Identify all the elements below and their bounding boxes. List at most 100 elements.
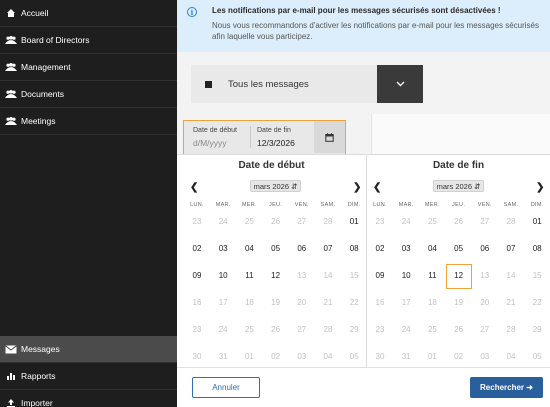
- end-date-input[interactable]: 12/3/2026: [257, 138, 295, 148]
- message-type-label: Tous les messages: [228, 78, 309, 90]
- sidebar-item-documents[interactable]: Documents: [0, 81, 177, 108]
- date-range-field[interactable]: Date de début d/M/yyyy Date de fin 12/3/…: [183, 120, 346, 155]
- calendar-day[interactable]: 08: [343, 243, 365, 255]
- calendar-day: 16: [375, 298, 385, 307]
- calendar-day: 01: [427, 352, 437, 361]
- calendar-day[interactable]: 03: [395, 243, 417, 255]
- calendar-day[interactable]: 01: [526, 216, 548, 228]
- sort-icon: ⇵: [474, 181, 481, 191]
- sidebar-item-board-of-directors[interactable]: Board of Directors: [0, 27, 177, 54]
- calendar-day[interactable]: 10: [212, 270, 234, 282]
- calendar-day: 23: [375, 217, 385, 226]
- message-type-select[interactable]: Tous les messages: [191, 65, 423, 103]
- info-icon: i: [187, 7, 197, 17]
- calendar-day: 20: [297, 298, 307, 307]
- sidebar-item-messages[interactable]: Messages: [0, 336, 177, 363]
- sidebar: Accueil Board of Directors Management Docum…: [0, 0, 177, 407]
- banner-text: Nous vous recommandons d'activer les not…: [212, 21, 540, 41]
- calendar-day: 25: [427, 217, 437, 226]
- calendar-day: 04: [323, 352, 333, 361]
- weekday-header: MER.: [241, 202, 257, 208]
- start-date-field[interactable]: Date de début d/M/yyyy: [193, 121, 251, 153]
- calendar-day[interactable]: 07: [500, 243, 522, 255]
- calendar-day: 25: [244, 217, 254, 226]
- calendar-day[interactable]: 10: [395, 270, 417, 282]
- calendar-day[interactable]: 04: [238, 243, 260, 255]
- weekday-header: SAM.: [503, 202, 519, 208]
- end-month-select[interactable]: mars 2026 ⇵: [433, 180, 484, 192]
- start-month-select[interactable]: mars 2026 ⇵: [250, 180, 301, 192]
- calendar-day: 13: [480, 271, 490, 280]
- calendar-day[interactable]: 05: [265, 243, 287, 255]
- divider: [250, 126, 251, 148]
- calendar-day: 24: [401, 325, 411, 334]
- calendar-day: 16: [192, 298, 202, 307]
- calendar-day: 15: [532, 271, 542, 280]
- filter-panel-fragment: [371, 114, 550, 154]
- calendar-day[interactable]: 07: [317, 243, 339, 255]
- calendar-day[interactable]: 09: [186, 270, 208, 282]
- notification-banner: i Les notifications par e-mail pour les …: [177, 0, 550, 52]
- calendar-day[interactable]: 04: [421, 243, 443, 255]
- calendar-day: 29: [532, 325, 542, 334]
- calendar-button[interactable]: [314, 121, 345, 153]
- calendar-day: 02: [271, 352, 281, 361]
- date-picker-panel: Date de début ❮ mars 2026 ⇵ ❯ LUN. MAR. ME…: [177, 154, 550, 368]
- mail-icon: [5, 344, 17, 354]
- calendar-day: 28: [506, 325, 516, 334]
- weekday-header: JEU.: [452, 202, 466, 208]
- end-calendar: Date de fin ❮ mars 2026 ⇵ ❯ LUN. MAR. MER.…: [367, 155, 550, 368]
- calendar-day[interactable]: 02: [369, 243, 391, 255]
- sidebar-item-label: Accueil: [21, 8, 49, 18]
- calendar-day[interactable]: 02: [186, 243, 208, 255]
- chevron-down-icon[interactable]: [377, 65, 423, 103]
- calendar-day: 30: [192, 352, 202, 361]
- calendar-day[interactable]: 03: [212, 243, 234, 255]
- sidebar-item-label: Importer: [21, 398, 53, 407]
- calendar-day[interactable]: 01: [343, 216, 365, 228]
- square-icon: [205, 80, 212, 88]
- calendar-day: 20: [480, 298, 490, 307]
- sidebar-item-importer[interactable]: Importer: [0, 390, 177, 407]
- calendar-day: 25: [244, 325, 254, 334]
- calendar-day: 27: [480, 217, 490, 226]
- calendar-day: 28: [323, 217, 333, 226]
- calendar-day[interactable]: 11: [421, 270, 443, 282]
- prev-month-icon[interactable]: ❮: [190, 182, 198, 193]
- sidebar-item-meetings[interactable]: Meetings: [0, 108, 177, 135]
- prev-month-icon[interactable]: ❮: [373, 182, 381, 193]
- start-date-input[interactable]: d/M/yyyy: [193, 138, 227, 148]
- group-icon: [5, 35, 17, 45]
- calendar-day[interactable]: 05: [448, 243, 470, 255]
- search-button[interactable]: Rechercher ➜: [470, 377, 543, 398]
- chart-icon: [5, 371, 17, 381]
- calendar-day: 05: [349, 352, 359, 361]
- calendar-day: 14: [506, 271, 516, 280]
- calendar-day: 27: [297, 217, 307, 226]
- calendar-day[interactable]: 06: [474, 243, 496, 255]
- calendar-day[interactable]: 11: [238, 270, 260, 282]
- calendar-day[interactable]: 06: [291, 243, 313, 255]
- end-date-field[interactable]: Date de fin 12/3/2026: [257, 121, 315, 153]
- main-content: i Les notifications par e-mail pour les …: [177, 0, 550, 407]
- home-icon: [5, 8, 17, 18]
- sidebar-item-management[interactable]: Management: [0, 54, 177, 81]
- calendar-day: 18: [427, 298, 437, 307]
- calendar-day: 28: [506, 217, 516, 226]
- calendar-day: 26: [454, 217, 464, 226]
- arrow-right-icon: ➜: [526, 383, 533, 392]
- sidebar-item-rapports[interactable]: Rapports: [0, 363, 177, 390]
- calendar-day[interactable]: 09: [369, 270, 391, 282]
- weekday-header: MAR.: [215, 202, 231, 208]
- sidebar-item-label: Meetings: [21, 116, 56, 126]
- calendar-day[interactable]: 08: [526, 243, 548, 255]
- calendar-day[interactable]: 12: [265, 270, 287, 282]
- group-icon: [5, 116, 17, 126]
- weekday-header: VEN.: [477, 202, 492, 208]
- next-month-icon[interactable]: ❯: [536, 182, 544, 193]
- sidebar-item-accueil[interactable]: Accueil: [0, 0, 177, 27]
- next-month-icon[interactable]: ❯: [353, 182, 361, 193]
- sort-icon: ⇵: [291, 181, 298, 191]
- calendar-day[interactable]: 12: [445, 264, 472, 289]
- cancel-button[interactable]: Annuler: [192, 377, 260, 398]
